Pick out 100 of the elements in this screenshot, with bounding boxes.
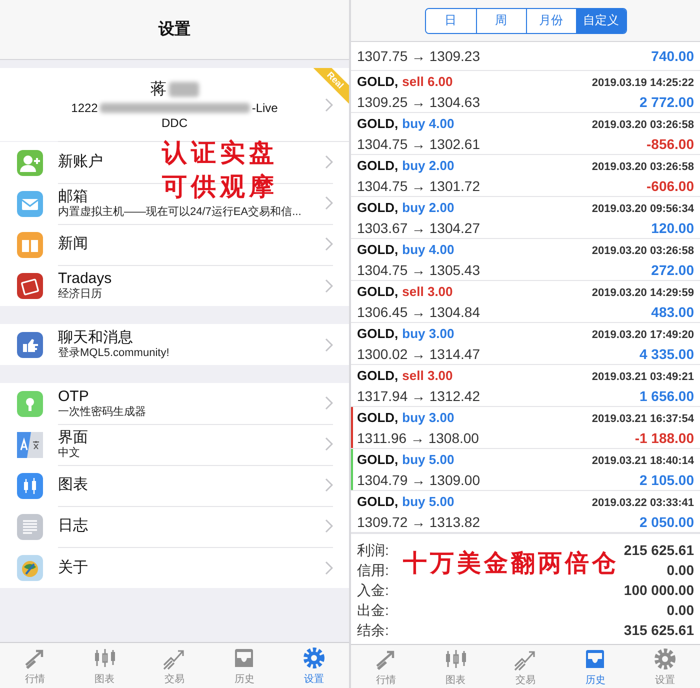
trade-prices: 1309.25 → 1304.63 bbox=[357, 92, 480, 112]
trade-row[interactable]: GOLD, buy 2.00 2019.03.20 03:26:58 1304.75 → 1301.72 -606.00 bbox=[351, 155, 700, 198]
server-name: DDC bbox=[162, 116, 188, 130]
trade-symbol: GOLD, bbox=[357, 282, 398, 301]
trade-row[interactable]: GOLD, sell 3.00 2019.03.21 03:49:21 1317.94 → 1312.42 1 656.00 bbox=[351, 365, 700, 408]
trade-volume: buy 2.00 bbox=[402, 156, 454, 175]
trade-prices: 1307.75 → 1309.23 bbox=[357, 46, 480, 66]
trade-volume: buy 5.00 bbox=[402, 450, 454, 469]
document-icon bbox=[17, 514, 43, 540]
annotation-text: 十万美金翻两倍仓 bbox=[403, 548, 619, 578]
summary-value: 315 625.61 bbox=[624, 621, 694, 640]
trade-time: 2019.03.20 09:56:34 bbox=[592, 202, 694, 217]
trade-volume: buy 4.00 bbox=[402, 114, 454, 133]
trade-time: 2019.03.20 03:26:58 bbox=[592, 118, 694, 133]
trade-volume: buy 4.00 bbox=[402, 240, 454, 259]
period-tab[interactable]: 月份 bbox=[526, 8, 576, 33]
trade-profit: 272.00 bbox=[651, 260, 694, 280]
trade-symbol: GOLD, bbox=[357, 114, 398, 133]
trade-profit: 1 656.00 bbox=[640, 386, 694, 406]
account-name: 蒋 bbox=[150, 80, 166, 100]
trade-row[interactable]: 1307.75 → 1309.23 740.00 bbox=[351, 42, 700, 72]
trade-prices: 1309.72 → 1313.82 bbox=[357, 512, 480, 532]
annotation-text: 认证实盘 bbox=[162, 138, 278, 168]
tab[interactable]: 设置 bbox=[279, 643, 349, 688]
trade-prices: 1304.75 → 1305.43 bbox=[357, 260, 480, 280]
trade-row[interactable]: GOLD, sell 3.00 2019.03.20 14:29:59 1306.45 → 1304.84 483.00 bbox=[351, 281, 700, 324]
row-title: 聊天和消息 bbox=[58, 329, 134, 347]
summary-label: 出金: bbox=[357, 601, 389, 620]
chevron-icon bbox=[325, 519, 333, 533]
trade-prices: 1317.94 → 1312.42 bbox=[357, 386, 480, 406]
trade-volume: buy 3.00 bbox=[402, 324, 454, 343]
trend-line-icon bbox=[164, 650, 184, 670]
trade-row[interactable]: GOLD, sell 6.00 2019.03.19 14:25:22 1309.25 → 1304.63 2 772.00 bbox=[351, 71, 700, 114]
chevron-icon bbox=[325, 437, 333, 451]
chevron-icon bbox=[325, 155, 333, 169]
chevron-icon bbox=[325, 396, 333, 410]
trade-row[interactable]: GOLD, buy 4.00 2019.03.20 03:26:58 1304.75 → 1302.61 -856.00 bbox=[351, 113, 700, 156]
row-title: 日志 bbox=[58, 517, 89, 535]
trade-symbol: GOLD, bbox=[357, 492, 398, 511]
chevron-icon bbox=[325, 338, 333, 352]
chevron-icon bbox=[325, 478, 333, 492]
settings-row[interactable]: 新闻 bbox=[0, 224, 349, 265]
trade-profit: 2 105.00 bbox=[640, 470, 694, 490]
trade-time: 2019.03.20 03:26:58 bbox=[592, 244, 694, 259]
trade-profit: -1 188.00 bbox=[634, 428, 694, 448]
summary-label: 入金: bbox=[357, 581, 389, 600]
row-subtitle: 登录MQL5.community! bbox=[58, 347, 170, 360]
trade-row[interactable]: GOLD, buy 2.00 2019.03.20 09:56:34 1303.67 → 1304.27 120.00 bbox=[351, 197, 700, 240]
trade-volume: sell 3.00 bbox=[402, 366, 453, 385]
trade-row[interactable]: GOLD, buy 5.00 2019.03.21 18:40:14 1304.79 → 1309.00 2 105.00 bbox=[351, 449, 700, 492]
trade-time: 2019.03.20 14:29:59 bbox=[592, 286, 694, 301]
row-title: 图表 bbox=[58, 476, 89, 494]
trade-profit: 483.00 bbox=[651, 302, 694, 322]
trade-profit: -606.00 bbox=[646, 176, 694, 196]
trade-symbol: GOLD, bbox=[357, 324, 398, 343]
period-tab[interactable]: 自定义 bbox=[576, 8, 626, 33]
server-suffix: -Live bbox=[252, 101, 278, 115]
trade-row[interactable]: GOLD, buy 4.00 2019.03.20 03:26:58 1304.75 → 1305.43 272.00 bbox=[351, 239, 700, 282]
period-tab[interactable]: 日 bbox=[426, 8, 476, 33]
row-title: 界面 bbox=[58, 428, 89, 446]
book-icon bbox=[17, 232, 43, 258]
annotation-text: 可供观摩 bbox=[162, 172, 278, 202]
trade-prices: 1304.79 → 1309.00 bbox=[357, 470, 480, 490]
screen-title: 设置 bbox=[158, 20, 190, 40]
settings-row[interactable]: OTP 一次性密码生成器 bbox=[0, 383, 349, 424]
summary-value: 0.00 bbox=[666, 601, 694, 620]
account-number: 1222 bbox=[71, 101, 98, 115]
summary-value: 100 000.00 bbox=[624, 581, 694, 600]
tab[interactable]: 历史 bbox=[560, 645, 630, 688]
keyhole-icon bbox=[17, 390, 43, 416]
trade-symbol: GOLD, bbox=[357, 408, 398, 427]
candlestick-icon bbox=[94, 648, 115, 668]
pointing-hand-icon bbox=[17, 332, 43, 358]
chevron-icon bbox=[325, 196, 333, 210]
settings-row[interactable]: Tradays 经济日历 bbox=[0, 265, 349, 306]
inbox-icon bbox=[235, 649, 254, 667]
trade-row[interactable]: GOLD, buy 3.00 2019.03.21 16:37:54 1311.96 → 1308.00 -1 188.00 bbox=[351, 407, 700, 450]
settings-row[interactable]: 关于 bbox=[0, 547, 349, 588]
trade-prices: 1304.75 → 1302.61 bbox=[357, 134, 480, 154]
trade-time: 2019.03.19 14:25:22 bbox=[592, 76, 694, 91]
period-tab[interactable]: 周 bbox=[476, 8, 526, 33]
trade-time: 2019.03.20 17:49:20 bbox=[592, 328, 694, 343]
trade-time: 2019.03.21 03:49:21 bbox=[592, 370, 694, 385]
settings-row[interactable]: 图表 bbox=[0, 465, 349, 506]
settings-row[interactable]: 日志 bbox=[0, 506, 349, 547]
trade-symbol: GOLD, bbox=[357, 198, 398, 217]
trade-prices: 1311.96 → 1308.00 bbox=[357, 428, 479, 448]
row-title: 新账户 bbox=[58, 153, 104, 171]
trade-row[interactable]: GOLD, buy 3.00 2019.03.20 17:49:20 1300.02 → 1314.47 4 335.00 bbox=[351, 323, 700, 366]
trade-volume: sell 6.00 bbox=[402, 72, 453, 91]
blurred-text bbox=[168, 82, 198, 97]
settings-row[interactable]: 界面 中文 bbox=[0, 424, 349, 465]
trade-prices: 1300.02 → 1314.47 bbox=[357, 344, 480, 364]
chevron-icon bbox=[325, 560, 333, 574]
settings-row[interactable]: 聊天和消息 登录MQL5.community! bbox=[0, 324, 349, 365]
summary-value: 0.00 bbox=[666, 561, 694, 580]
row-subtitle: 一次性密码生成器 bbox=[58, 406, 147, 418]
trade-profit: 120.00 bbox=[651, 218, 694, 238]
row-subtitle: 内置虚拟主机——现在可以24/7运行EA交易和信... bbox=[58, 206, 302, 218]
settings-icon bbox=[304, 648, 325, 668]
